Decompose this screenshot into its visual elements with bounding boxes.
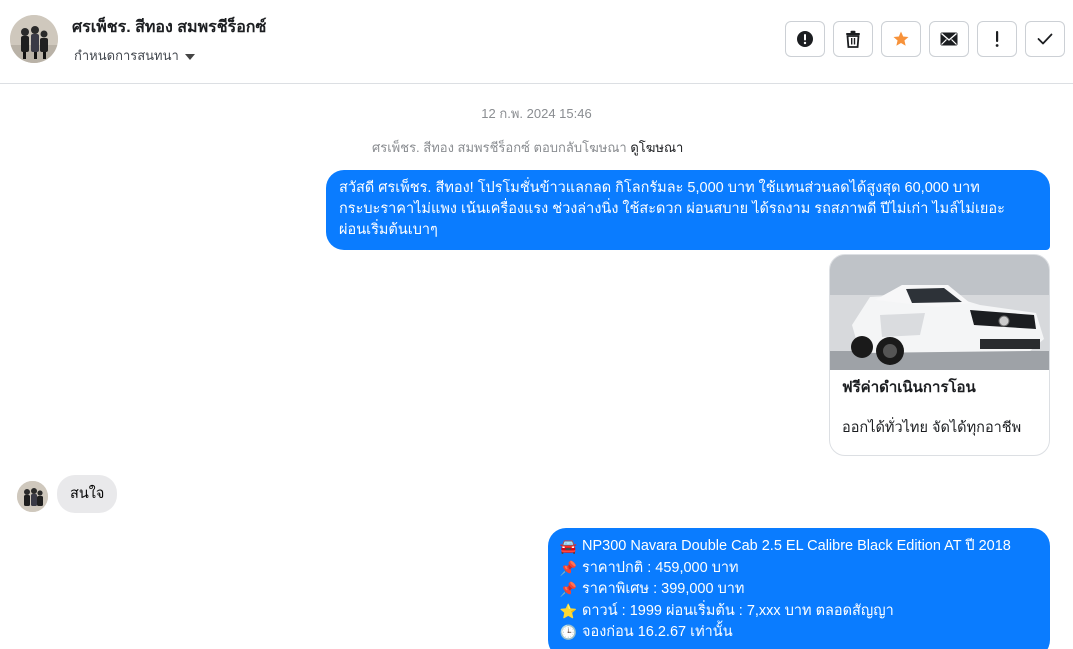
- pushpin-icon: 📌: [559, 581, 578, 598]
- ad-card-image: [830, 255, 1049, 370]
- exclamation-circle-icon: [797, 31, 813, 47]
- conversation-header: ศรเพ็ชร. สีทอง สมพรชีร็อกซ์ กำหนดการสนทน…: [0, 0, 1073, 84]
- message-row: 📌 ราคาปกติ : 459,000 บาท: [560, 558, 1038, 580]
- report-button[interactable]: [785, 21, 825, 57]
- message-row-text: NP300 Navara Double Cab 2.5 EL Calibre B…: [582, 538, 1011, 555]
- contact-avatar-small: [17, 481, 48, 512]
- ad-reply-notice: ศรเพ็ชร. สีทอง สมพรชีร็อกซ์ ตอบกลับโฆษณา…: [372, 137, 683, 158]
- star-icon: ⭐: [559, 602, 578, 619]
- check-icon: [1037, 33, 1053, 45]
- car-icon: 🚘: [559, 538, 578, 555]
- message-row-text: จองก่อน 16.2.67 เท่านั้น: [582, 624, 733, 641]
- mark-unread-button[interactable]: [929, 21, 969, 57]
- ad-card-title: ฟรีค่าดำเนินการโอน: [842, 379, 976, 396]
- message-line: กระบะราคาไม่แพง เน้นเครื่องแรง ช่วงล่างน…: [339, 201, 1005, 217]
- message-row: 🚘 NP300 Navara Double Cab 2.5 EL Calibre…: [560, 536, 1038, 558]
- message-timestamp: 12 ก.พ. 2024 15:46: [481, 106, 592, 121]
- ad-reply-text: ศรเพ็ชร. สีทอง สมพรชีร็อกซ์ ตอบกลับโฆษณา: [372, 140, 627, 155]
- message-row-text: ดาวน์ : 1999 ผ่อนเริ่มต้น : 7,xxx บาท ตล…: [582, 602, 894, 619]
- pushpin-icon: 📌: [559, 559, 578, 576]
- incoming-message[interactable]: สนใจ: [57, 475, 118, 513]
- star-button[interactable]: [881, 21, 921, 57]
- ad-card-description: ออกได้ทั่วไทย จัดได้ทุกอาชีพ: [842, 420, 1022, 436]
- done-button[interactable]: [1025, 21, 1065, 57]
- ad-card[interactable]: ฟรีค่าดำเนินการโอน ออกได้ทั่วไทย จัดได้ท…: [829, 254, 1050, 456]
- trash-icon: [846, 30, 860, 48]
- star-icon: [893, 31, 909, 46]
- message-line: ผ่อนเริ่มต้นเบาๆ: [339, 222, 438, 238]
- message-row: 🕒 จองก่อน 16.2.67 เท่านั้น: [560, 622, 1038, 644]
- outgoing-message[interactable]: 🚘 NP300 Navara Double Cab 2.5 EL Calibre…: [548, 528, 1050, 649]
- envelope-icon: [940, 32, 958, 46]
- exclamation-icon: [995, 31, 999, 47]
- message-row-text: ราคาปกติ : 459,000 บาท: [582, 559, 739, 576]
- message-line: สวัสดี ศรเพ็ชร. สีทอง! โปรโมชั่นข้าวแลกล…: [339, 180, 980, 196]
- view-ad-link[interactable]: ดูโฆษณา: [630, 140, 683, 155]
- message-row: ⭐ ดาวน์ : 1999 ผ่อนเริ่มต้น : 7,xxx บาท …: [560, 601, 1038, 623]
- message-row-text: ราคาพิเศษ : 399,000 บาท: [582, 581, 745, 598]
- message-row: 📌 ราคาพิเศษ : 399,000 บาท: [560, 579, 1038, 601]
- message-thread[interactable]: 12 ก.พ. 2024 15:46 ศรเพ็ชร. สีทอง สมพรชี…: [0, 84, 1073, 649]
- important-button[interactable]: [977, 21, 1017, 57]
- contact-name[interactable]: ศรเพ็ชร. สีทอง สมพรชีร็อกซ์: [72, 15, 266, 40]
- clock-icon: 🕒: [559, 624, 578, 641]
- contact-avatar[interactable]: [10, 15, 58, 63]
- outgoing-message[interactable]: สวัสดี ศรเพ็ชร. สีทอง! โปรโมชั่นข้าวแลกล…: [326, 170, 1050, 250]
- header-actions: [785, 21, 1065, 57]
- conversation-label-text: กำหนดการสนทนา: [74, 48, 179, 63]
- conversation-label-dropdown[interactable]: กำหนดการสนทนา: [74, 45, 195, 66]
- delete-button[interactable]: [833, 21, 873, 57]
- caret-down-icon: [184, 53, 195, 60]
